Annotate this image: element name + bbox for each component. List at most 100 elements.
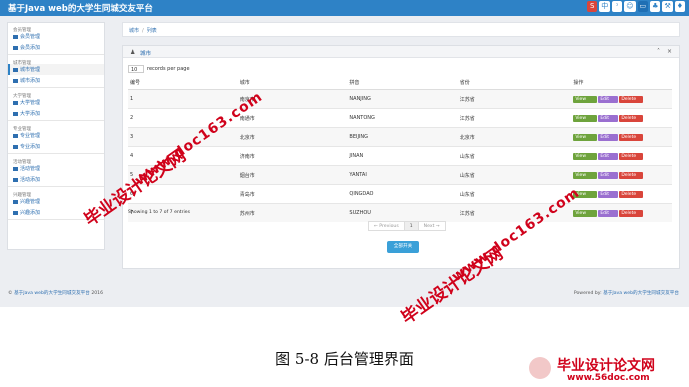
cell-actions: View Edit Delete bbox=[571, 146, 672, 166]
ime-keyboard-icon[interactable]: ▭ bbox=[637, 1, 649, 12]
ime-emoji-icon[interactable]: ☺ bbox=[624, 1, 636, 12]
edit-button[interactable]: Edit bbox=[598, 95, 619, 103]
cell-actions: View Edit Delete bbox=[571, 165, 672, 185]
col-header-pinyin[interactable]: 拼音 bbox=[347, 76, 458, 90]
sidebar-group-title: 城市管理 bbox=[13, 61, 31, 66]
view-button[interactable]: View bbox=[573, 95, 598, 103]
cell-city: 济南市 bbox=[237, 146, 348, 166]
cell-pinyin: YANTAI bbox=[347, 165, 458, 185]
list-icon bbox=[13, 199, 18, 204]
list-icon bbox=[13, 210, 18, 215]
cell-actions: View Edit Delete bbox=[571, 184, 672, 204]
view-button[interactable]: View bbox=[573, 171, 598, 179]
cell-pinyin: NANJING bbox=[347, 89, 458, 109]
page-length-control: 10 records per page bbox=[128, 65, 190, 73]
edit-button[interactable]: Edit bbox=[598, 152, 619, 160]
table-row: 4 济南市 JINAN 山东省 View Edit Delete bbox=[128, 146, 672, 166]
sidebar-group-title: 兴趣管理 bbox=[13, 193, 31, 198]
copyright-link[interactable]: 基于Java web的大学生同城交友平台 bbox=[14, 291, 90, 296]
sidebar-item[interactable]: 专业管理 bbox=[8, 130, 104, 141]
table-info: Showing 1 to 7 of 7 entries bbox=[128, 210, 190, 215]
col-header-actions: 操作 bbox=[571, 76, 672, 90]
delete-button[interactable]: Delete bbox=[619, 190, 644, 198]
sidebar-item[interactable]: 会员添加 bbox=[8, 42, 104, 53]
delete-button[interactable]: Delete bbox=[619, 133, 644, 141]
view-button[interactable]: View bbox=[573, 152, 598, 160]
cell-city: 南通市 bbox=[237, 108, 348, 128]
cell-actions: View Edit Delete bbox=[571, 127, 672, 147]
list-icon bbox=[13, 100, 18, 105]
toggle-all-button[interactable]: 全部开关 bbox=[387, 241, 419, 253]
sidebar-item[interactable]: 会员管理 bbox=[8, 31, 104, 42]
edit-button[interactable]: Edit bbox=[598, 114, 619, 122]
sidebar-item[interactable]: 专业添加 bbox=[8, 141, 104, 152]
sidebar-item-label: 活动添加 bbox=[20, 177, 41, 183]
ime-skin-icon[interactable]: ♣ bbox=[650, 1, 661, 12]
sidebar-item[interactable]: 城市管理 bbox=[8, 64, 104, 75]
footer-copyright: © 基于Java web的大学生同城交友平台 2016 bbox=[8, 290, 103, 296]
delete-button[interactable]: Delete bbox=[619, 152, 644, 160]
page-length-select[interactable]: 10 bbox=[128, 65, 144, 73]
sidebar-item[interactable]: 活动管理 bbox=[8, 163, 104, 174]
view-button[interactable]: View bbox=[573, 133, 598, 141]
page-1-button[interactable]: 1 bbox=[403, 221, 419, 231]
powered-link[interactable]: 基于Java web的大学生同城交友平台 bbox=[603, 291, 679, 296]
cell-province: 山东省 bbox=[457, 165, 572, 185]
sidebar-item[interactable]: 城市添加 bbox=[8, 75, 104, 86]
system-tray: S 中 ᵓ ☺ ▭ ♣ ⚒ ♦ bbox=[587, 1, 685, 12]
screenshot: 基于Java web的大学生同城交友平台 S 中 ᵓ ☺ ▭ ♣ ⚒ ♦ 会员管… bbox=[0, 0, 689, 307]
ime-menu-icon[interactable]: ♦ bbox=[674, 1, 685, 12]
cell-pinyin: BEIJING bbox=[347, 127, 458, 147]
col-header-city[interactable]: 城市 bbox=[237, 76, 348, 90]
cell-actions: View Edit Delete bbox=[571, 203, 672, 222]
cell-id: 1 bbox=[128, 89, 238, 109]
cell-actions: View Edit Delete bbox=[571, 108, 672, 128]
list-icon bbox=[13, 133, 18, 138]
pagination: ← Previous 1 Next → bbox=[368, 221, 446, 231]
edit-button[interactable]: Edit bbox=[598, 171, 619, 179]
collapse-chevron-icon[interactable]: ˄ bbox=[654, 47, 663, 56]
ime-tools-icon[interactable]: ⚒ bbox=[662, 1, 673, 12]
app-title[interactable]: 基于Java web的大学生同城交友平台 bbox=[8, 2, 153, 14]
view-button[interactable]: View bbox=[573, 114, 598, 122]
table-row: 1 南京市 NANJING 江苏省 View Edit Delete bbox=[128, 89, 672, 109]
page-length-label: records per page bbox=[147, 66, 190, 72]
delete-button[interactable]: Delete bbox=[619, 171, 644, 179]
ime-punct-icon[interactable]: ᵓ bbox=[612, 1, 623, 12]
col-header-id[interactable]: 编号 bbox=[128, 76, 238, 90]
edit-button[interactable]: Edit bbox=[598, 209, 619, 217]
table-row: 5 烟台市 YANTAI 山东省 View Edit Delete bbox=[128, 165, 672, 185]
cell-city: 青岛市 bbox=[237, 184, 348, 204]
breadcrumb-item-city[interactable]: 城市 bbox=[129, 28, 139, 34]
table-row: 7 苏州市 SUZHOU 江苏省 View Edit Delete bbox=[128, 203, 672, 222]
view-button[interactable]: View bbox=[573, 209, 598, 217]
previous-page-button[interactable]: ← Previous bbox=[368, 221, 405, 231]
list-icon bbox=[13, 34, 18, 39]
cell-pinyin: SUZHOU bbox=[347, 203, 458, 222]
sidebar-divider bbox=[8, 54, 104, 55]
ime-logo-icon[interactable]: S bbox=[587, 1, 598, 12]
book-icon bbox=[529, 357, 551, 379]
sidebar-item-label: 专业添加 bbox=[20, 144, 41, 150]
cell-province: 山东省 bbox=[457, 146, 572, 166]
cell-province: 江苏省 bbox=[457, 108, 572, 128]
delete-button[interactable]: Delete bbox=[619, 95, 644, 103]
sidebar-group-title: 大学管理 bbox=[13, 94, 31, 99]
edit-button[interactable]: Edit bbox=[598, 133, 619, 141]
sidebar-item[interactable]: 大学管理 bbox=[8, 97, 104, 108]
list-icon bbox=[13, 45, 18, 50]
watermark-logo: 毕业设计论文网 www.56doc.com bbox=[523, 355, 683, 385]
col-header-province[interactable]: 省份 bbox=[457, 76, 572, 90]
city-list-panel: ♟ 城市 ˄ × 10 records per page 编号 城市 拼音 省份… bbox=[122, 45, 680, 269]
next-page-button[interactable]: Next → bbox=[417, 221, 446, 231]
sidebar-item[interactable]: 大学添加 bbox=[8, 108, 104, 119]
delete-button[interactable]: Delete bbox=[619, 114, 644, 122]
panel-header: ♟ 城市 ˄ × bbox=[123, 46, 679, 58]
ime-chinese-icon[interactable]: 中 bbox=[599, 1, 611, 12]
sidebar-group-title: 会员管理 bbox=[13, 28, 31, 33]
breadcrumb-item-list[interactable]: 列表 bbox=[147, 28, 157, 34]
delete-button[interactable]: Delete bbox=[619, 209, 644, 217]
sidebar-item[interactable]: 活动添加 bbox=[8, 174, 104, 185]
close-icon[interactable]: × bbox=[665, 47, 674, 56]
edit-button[interactable]: Edit bbox=[598, 190, 619, 198]
